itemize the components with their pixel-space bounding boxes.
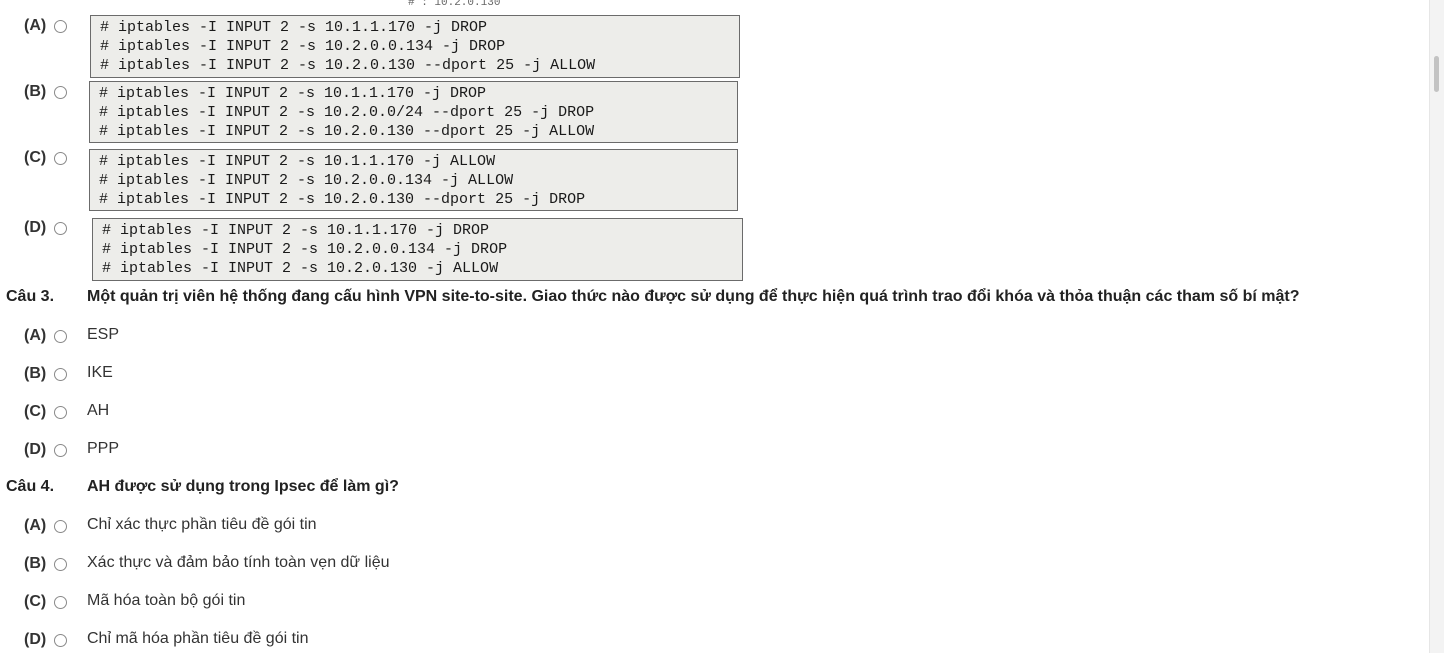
code-line: # iptables -I INPUT 2 -s 10.1.1.170 -j D… <box>102 222 490 239</box>
code-block: # iptables -I INPUT 2 -s 10.1.1.170 -j D… <box>89 81 738 143</box>
radio-button-a[interactable] <box>54 20 67 33</box>
radio-button-c[interactable] <box>54 406 67 419</box>
option-text: Mã hóa toàn bộ gói tin <box>87 592 246 609</box>
option-label: (A) <box>24 17 47 34</box>
code-line: # iptables -I INPUT 2 -s 10.2.0.0.134 -j… <box>100 38 506 55</box>
radio-button-b[interactable] <box>54 368 67 381</box>
option-label: (A) <box>24 327 47 344</box>
code-line: # iptables -I INPUT 2 -s 10.2.0.0.134 -j… <box>102 241 508 258</box>
option-text: IKE <box>87 364 113 381</box>
question-text: AH được sử dụng trong Ipsec để làm gì? <box>87 478 399 495</box>
code-line: # iptables -I INPUT 2 -s 10.1.1.170 -j A… <box>99 153 496 170</box>
option-label: (D) <box>24 631 47 648</box>
radio-button-b[interactable] <box>54 86 67 99</box>
code-block: # iptables -I INPUT 2 -s 10.1.1.170 -j A… <box>89 149 738 211</box>
option-label: (B) <box>24 555 47 572</box>
option-label: (A) <box>24 517 47 534</box>
code-line: # iptables -I INPUT 2 -s 10.2.0.130 --dp… <box>100 57 596 74</box>
vertical-scrollbar[interactable] <box>1429 0 1444 653</box>
question-3: Câu 3. Một quản trị viên hệ thống đang cấ… <box>6 287 1299 307</box>
option-text: AH <box>87 402 110 419</box>
option-label: (D) <box>24 219 47 236</box>
code-block: # iptables -I INPUT 2 -s 10.1.1.170 -j D… <box>90 15 740 78</box>
scrollbar-thumb[interactable] <box>1434 56 1439 92</box>
code-line: # iptables -I INPUT 2 -s 10.2.0.0.134 -j… <box>99 172 514 189</box>
radio-button-c[interactable] <box>54 152 67 165</box>
radio-button-b[interactable] <box>54 558 67 571</box>
cut-off-code-text: # : 10.2.0.130 <box>408 0 501 7</box>
code-line: # iptables -I INPUT 2 -s 10.1.1.170 -j D… <box>100 19 488 36</box>
option-text: ESP <box>87 326 120 343</box>
option-label: (D) <box>24 441 47 458</box>
radio-button-a[interactable] <box>54 330 67 343</box>
question-4: Câu 4. AH được sử dụng trong Ipsec để làm… <box>6 477 399 497</box>
question-number: Câu 3. <box>6 288 55 305</box>
option-text: Xác thực và đảm bảo tính toàn vẹn dữ liệ… <box>87 554 390 571</box>
code-line: # iptables -I INPUT 2 -s 10.2.0.130 --dp… <box>99 123 595 140</box>
option-label: (C) <box>24 593 47 610</box>
code-line: # iptables -I INPUT 2 -s 10.2.0.130 -j A… <box>102 260 499 277</box>
option-text: PPP <box>87 440 120 457</box>
radio-button-a[interactable] <box>54 520 67 533</box>
radio-button-c[interactable] <box>54 596 67 609</box>
option-label: (B) <box>24 365 47 382</box>
radio-button-d[interactable] <box>54 222 67 235</box>
code-line: # iptables -I INPUT 2 -s 10.2.0.130 --dp… <box>99 191 586 208</box>
option-label: (B) <box>24 83 47 100</box>
option-label: (C) <box>24 403 47 420</box>
question-text: Một quản trị viên hệ thống đang cấu hình… <box>87 288 1300 305</box>
option-label: (C) <box>24 149 47 166</box>
code-block: # iptables -I INPUT 2 -s 10.1.1.170 -j D… <box>92 218 743 281</box>
radio-button-d[interactable] <box>54 634 67 647</box>
question-number: Câu 4. <box>6 478 55 495</box>
option-text: Chỉ mã hóa phần tiêu đề gói tin <box>87 630 309 647</box>
code-line: # iptables -I INPUT 2 -s 10.1.1.170 -j D… <box>99 85 487 102</box>
radio-button-d[interactable] <box>54 444 67 457</box>
code-line: # iptables -I INPUT 2 -s 10.2.0.0/24 --d… <box>99 104 595 121</box>
option-text: Chỉ xác thực phần tiêu đề gói tin <box>87 516 317 533</box>
